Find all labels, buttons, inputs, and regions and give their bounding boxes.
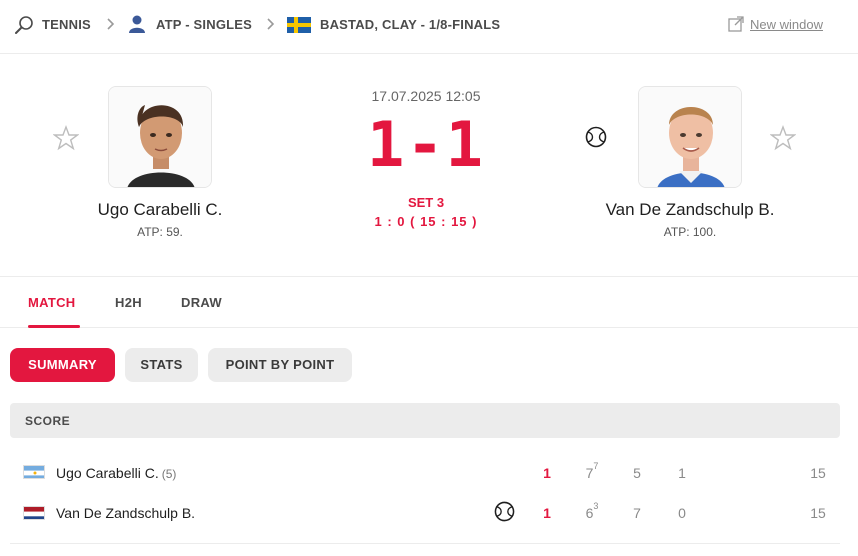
- subtab-stats[interactable]: STATS: [125, 348, 198, 382]
- score-table-header: SCORE: [10, 403, 840, 438]
- match-tabs: MATCH H2H DRAW: [0, 276, 858, 328]
- favorite-star-icon[interactable]: [770, 125, 796, 151]
- game-points: 15: [810, 505, 826, 521]
- tiebreak-points: 7: [593, 461, 599, 471]
- breadcrumb-category[interactable]: ATP - SINGLES: [156, 17, 252, 32]
- sets-won: 1: [543, 505, 551, 521]
- subtab-point-by-point[interactable]: POINT BY POINT: [208, 348, 352, 382]
- player-photo-image: [639, 87, 741, 187]
- breadcrumb-tournament[interactable]: BASTAD, CLAY - 1/8-FINALS: [320, 17, 500, 32]
- player-photo-image: [109, 87, 211, 187]
- away-player-rank: ATP: 100.: [663, 225, 717, 239]
- tiebreak-points: 3: [593, 501, 599, 511]
- game-points: 15: [810, 465, 826, 481]
- netherlands-flag-icon: [23, 506, 45, 520]
- home-player-name[interactable]: Ugo Carabelli C.: [60, 200, 260, 220]
- argentina-flag-icon: [23, 465, 45, 479]
- tab-draw[interactable]: DRAW: [181, 295, 222, 310]
- person-icon: [129, 15, 145, 33]
- racket-icon: [15, 16, 33, 34]
- external-link-icon: [728, 16, 744, 32]
- divider: [10, 543, 840, 544]
- tab-h2h[interactable]: H2H: [115, 295, 142, 310]
- set1-games: 63: [585, 501, 599, 521]
- score-header-label: SCORE: [25, 414, 71, 428]
- chevron-right-icon: [107, 18, 115, 30]
- serving-ball-icon: [585, 126, 607, 148]
- subtab-summary[interactable]: SUMMARY: [10, 348, 115, 382]
- set2-games: 7: [633, 505, 641, 521]
- chevron-right-icon: [267, 18, 275, 30]
- sweden-flag-icon: [287, 17, 311, 33]
- current-set-detail: 1 : 0 ( 15 : 15 ): [374, 214, 478, 229]
- sets-won: 1: [543, 465, 551, 481]
- active-tab-indicator: [28, 325, 80, 328]
- current-set-label: SET 3: [407, 195, 445, 210]
- set3-games: 0: [678, 505, 686, 521]
- set2-games: 5: [633, 465, 641, 481]
- match-datetime: 17.07.2025 12:05: [371, 88, 481, 104]
- match-score: 1-1: [367, 108, 485, 181]
- favorite-star-icon[interactable]: [53, 125, 79, 151]
- home-player-photo[interactable]: [108, 86, 212, 188]
- set1-games: 77: [585, 461, 599, 481]
- away-player-photo[interactable]: [638, 86, 742, 188]
- set3-games: 1: [678, 465, 686, 481]
- breadcrumb: TENNIS ATP - SINGLES BASTAD, CLAY - 1/8-…: [0, 0, 858, 54]
- breadcrumb-sport[interactable]: TENNIS: [42, 17, 91, 32]
- score-row-away-name[interactable]: Van De Zandschulp B.: [56, 505, 195, 521]
- away-player-name[interactable]: Van De Zandschulp B.: [570, 200, 810, 220]
- tab-match[interactable]: MATCH: [28, 295, 75, 310]
- new-window-label: New window: [750, 17, 823, 32]
- seed: (5): [161, 467, 177, 481]
- home-player-rank: ATP: 59.: [137, 225, 183, 239]
- score-row-home-name[interactable]: Ugo Carabelli C. (5): [56, 465, 176, 481]
- serving-ball-icon: [494, 501, 515, 522]
